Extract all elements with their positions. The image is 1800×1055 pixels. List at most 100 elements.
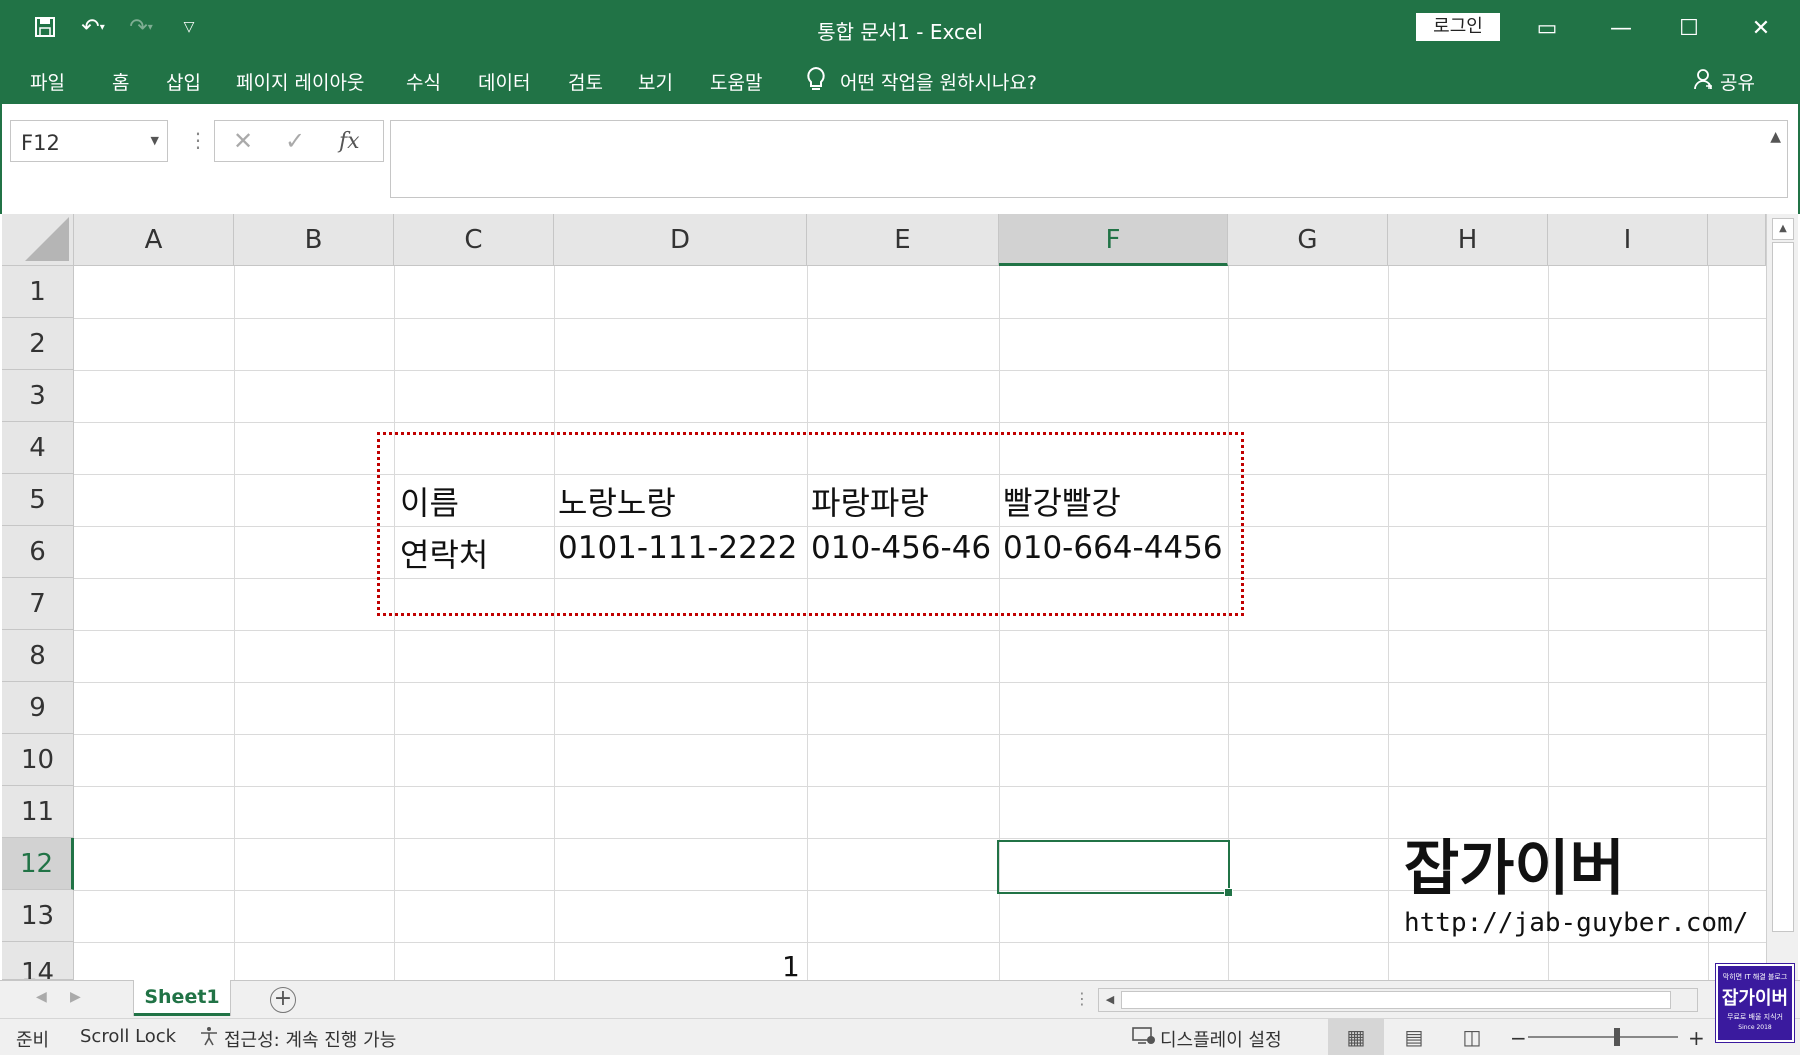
gridline [807,266,808,980]
minimize-icon[interactable]: — [1596,10,1646,46]
gridline [554,266,555,980]
horizontal-scrollbar[interactable]: ◀ [1098,988,1698,1012]
collapse-formula-bar-icon[interactable]: ▲ [1770,129,1781,145]
normal-view-icon[interactable]: ▦ [1328,1019,1384,1055]
tab-home[interactable]: 홈 [112,68,129,95]
gridline [74,370,1766,371]
zoom-slider-thumb[interactable] [1614,1028,1620,1046]
close-icon[interactable]: ✕ [1736,10,1786,46]
scroll-left-icon[interactable]: ◀ [1101,991,1119,1009]
status-bar: 준비 Scroll Lock 접근성: 계속 진행 가능 디스플레이 설정 ▦ … [0,1018,1800,1055]
logo-since: Since 2018 [1738,1024,1772,1031]
column-header-i[interactable]: I [1548,214,1708,266]
login-button[interactable]: 로그인 [1416,13,1500,41]
gridline [74,786,1766,787]
ribbon-display-options-icon[interactable]: ▭ [1522,10,1572,46]
sheet-tab-sheet1[interactable]: Sheet1 [134,980,230,1016]
row-header-4[interactable]: 4 [2,422,74,474]
horizontal-scroll-thumb[interactable] [1121,991,1671,1009]
ribbon-tabs: 파일 홈 삽입 페이지 레이아웃 수식 데이터 검토 보기 도움말 어떤 작업을… [0,56,1800,104]
column-header-h[interactable]: H [1388,214,1548,266]
formula-input[interactable]: ▲ [390,120,1788,198]
vertical-scrollbar[interactable]: ▲ [1766,214,1798,980]
gridline [74,422,1766,423]
sheet-tab-bar: ◀ ▶ Sheet1 + ⋮ ◀ [0,980,1800,1018]
zoom-in-icon[interactable]: + [1688,1026,1705,1050]
row-header-13[interactable]: 13 [2,890,74,942]
column-header-f[interactable]: F [999,214,1228,266]
logo-name: 잡가이버 [1721,988,1789,1009]
zoom-slider[interactable] [1528,1036,1678,1038]
sheet-scroll-right-icon[interactable]: ▶ [70,989,81,1005]
column-header-g[interactable]: G [1228,214,1388,266]
cancel-icon[interactable]: ✕ [233,127,253,155]
tab-file[interactable]: 파일 [30,68,65,95]
gridline [74,942,1766,943]
maximize-icon[interactable]: ☐ [1664,10,1714,46]
sheet-scroll-left-icon[interactable]: ◀ [36,989,47,1005]
tab-insert[interactable]: 삽입 [166,68,201,95]
column-header-d[interactable]: D [554,214,807,266]
scroll-up-icon[interactable]: ▲ [1772,218,1794,240]
gridline [1388,266,1389,980]
vertical-scroll-thumb[interactable] [1772,242,1794,932]
row-header-11[interactable]: 11 [2,786,74,838]
status-scroll-lock: Scroll Lock [80,1026,177,1047]
splitter-dots-icon[interactable]: ⋮ [1074,989,1090,1008]
add-sheet-icon[interactable]: + [270,987,296,1013]
chevron-down-icon[interactable]: ▼ [151,134,159,147]
title-bar: ↶ ▾ ↷ ▾ ▽ 통합 문서1 - Excel 로그인 ▭ — ☐ ✕ [0,0,1800,56]
row-header-7[interactable]: 7 [2,578,74,630]
zoom-out-icon[interactable]: − [1510,1026,1527,1050]
tell-me-search[interactable]: 어떤 작업을 원하시나요? [806,66,1037,97]
tell-me-label: 어떤 작업을 원하시나요? [840,72,1037,94]
tab-view[interactable]: 보기 [638,68,673,95]
row-header-9[interactable]: 9 [2,682,74,734]
row-header-5[interactable]: 5 [2,474,74,526]
row-header-6[interactable]: 6 [2,526,74,578]
row-header-3[interactable]: 3 [2,370,74,422]
copy-marquee [377,432,1244,616]
column-header-e[interactable]: E [807,214,999,266]
row-header-10[interactable]: 10 [2,734,74,786]
active-cell-f12[interactable] [997,840,1233,897]
tab-data[interactable]: 데이터 [478,68,530,95]
share-label: 공유 [1720,72,1755,94]
select-all-corner[interactable] [2,214,74,266]
splitter-dots-icon[interactable]: ⋮ [188,128,208,152]
gridline [74,318,1766,319]
logo-tagline: 막히면 IT 해결 블로그 [1722,973,1788,981]
row-header-14[interactable]: 14 [2,942,74,980]
status-ready: 준비 [16,1030,50,1051]
column-header-partial[interactable] [1708,214,1766,266]
gridline [74,630,1766,631]
tab-help[interactable]: 도움말 [710,68,762,95]
column-header-b[interactable]: B [234,214,394,266]
gridline [394,266,395,980]
tab-formulas[interactable]: 수식 [406,68,441,95]
column-header-c[interactable]: C [394,214,554,266]
row-header-1[interactable]: 1 [2,266,74,318]
column-header-a[interactable]: A [74,214,234,266]
gridline [74,682,1766,683]
jabguyber-logo: 막히면 IT 해결 블로그 잡가이버 무료로 배울 지식거 Since 2018 [1715,963,1795,1043]
logo-subtitle: 무료로 배울 지식거 [1727,1013,1783,1021]
lightbulb-icon [806,66,826,97]
insert-function-icon[interactable]: fx [339,129,360,154]
status-display-settings[interactable]: 디스플레이 설정 [1160,1026,1282,1052]
row-header-12[interactable]: 12 [2,838,74,890]
person-add-icon [1694,68,1714,95]
row-header-8[interactable]: 8 [2,630,74,682]
watermark-url: http://jab-guyber.com/ [1404,908,1749,938]
gridline [234,266,235,980]
cell-d14[interactable]: 1 [782,950,800,980]
row-header-2[interactable]: 2 [2,318,74,370]
share-button[interactable]: 공유 [1694,68,1755,95]
name-box[interactable]: F12 ▼ [10,120,168,162]
page-break-view-icon[interactable]: ◫ [1444,1019,1500,1055]
enter-check-icon[interactable]: ✓ [285,127,305,155]
page-layout-view-icon[interactable]: ▤ [1386,1019,1442,1055]
status-accessibility[interactable]: 접근성: 계속 진행 가능 [224,1026,396,1052]
tab-review[interactable]: 검토 [568,68,603,95]
tab-page-layout[interactable]: 페이지 레이아웃 [236,68,364,95]
